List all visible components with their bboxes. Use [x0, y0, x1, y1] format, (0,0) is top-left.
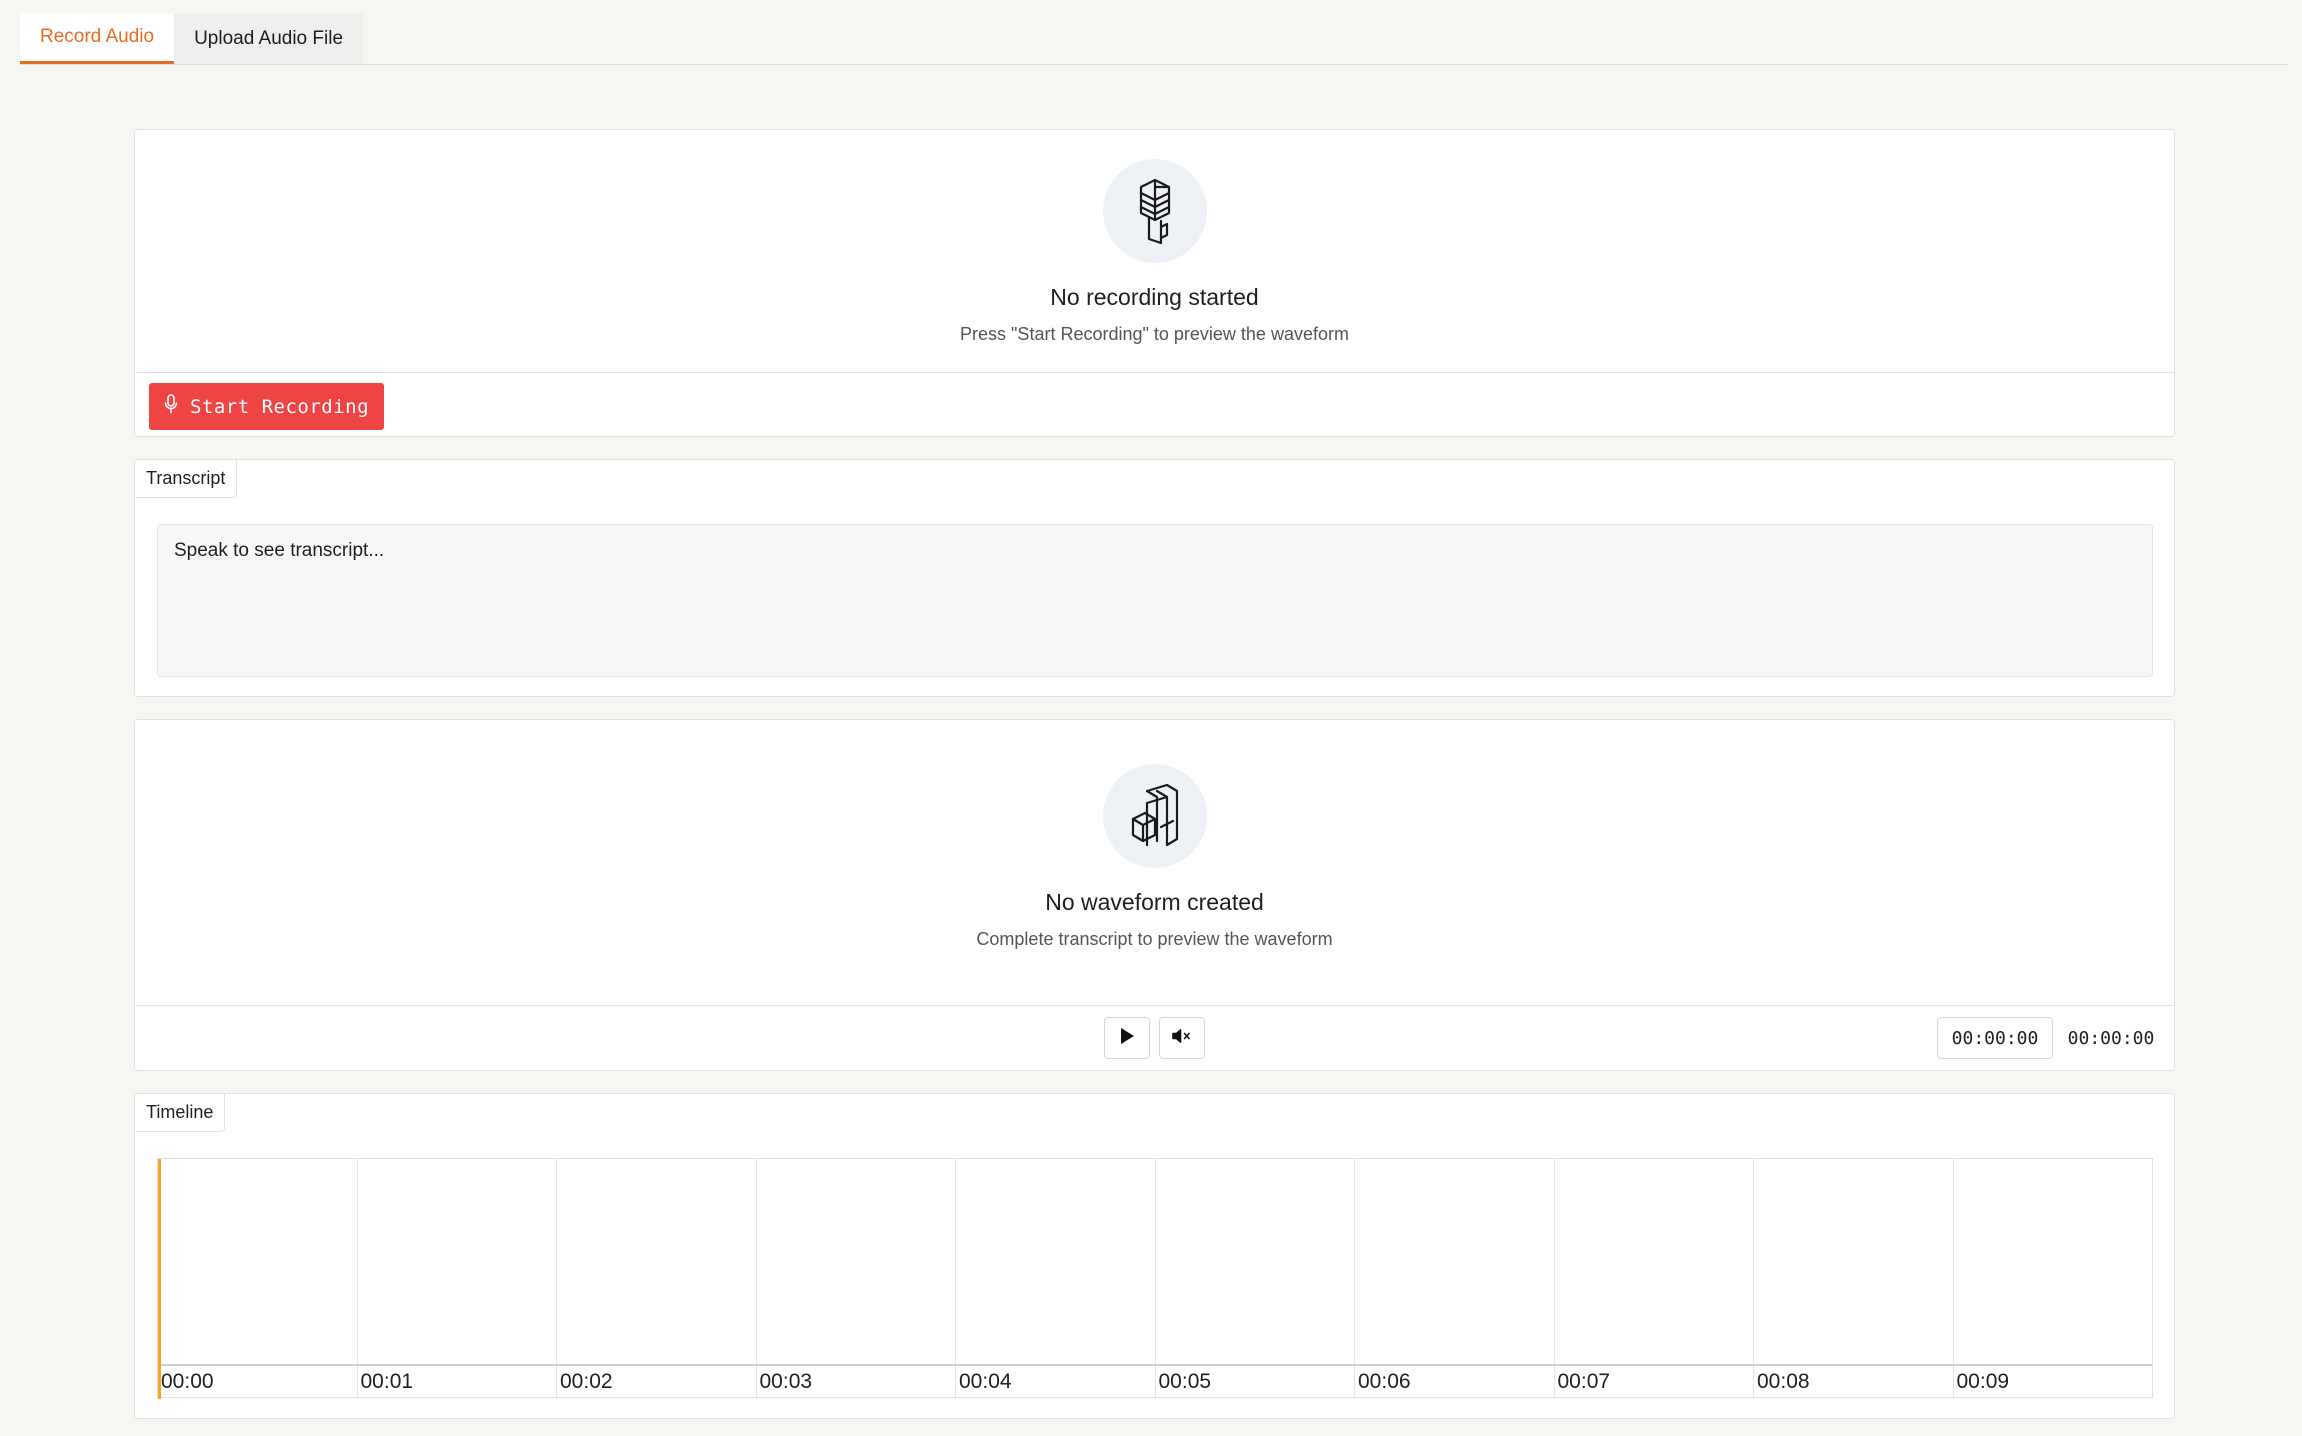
timeline-tick: 00:02 [556, 1366, 756, 1399]
waveform-empty-subtitle: Complete transcript to preview the wavef… [976, 929, 1333, 949]
transcript-placeholder: Speak to see transcript... [174, 540, 385, 561]
playback-controls: 00:00:00 00:00:00 [135, 1005, 2174, 1071]
timeline-grid-column [955, 1159, 1155, 1364]
current-time-display: 00:00:00 [1937, 1017, 2053, 1059]
waveform-empty-title: No waveform created [1045, 889, 1264, 915]
timeline-panel: Timeline 00:00 00:01 00:02 00:03 00:04 0… [134, 1093, 2175, 1419]
play-icon [1119, 1027, 1135, 1050]
microphone-icon [1102, 159, 1207, 263]
timeline-tick: 00:01 [356, 1366, 557, 1399]
start-recording-label: Start Recording [189, 395, 370, 418]
timeline-tick: 00:09 [1952, 1366, 2153, 1399]
timeline-grid-column [1952, 1159, 2153, 1364]
timeline-grid-column [356, 1159, 557, 1364]
mute-button[interactable] [1159, 1017, 1205, 1059]
waveform-empty-state: No waveform created Complete transcript … [135, 764, 2174, 950]
microphone-small-icon [164, 394, 178, 419]
start-recording-button[interactable]: Start Recording [149, 383, 384, 430]
timeline-tick: 00:05 [1154, 1366, 1355, 1399]
timeline-grid-column [1354, 1159, 1554, 1364]
timeline-grid [158, 1159, 2152, 1364]
timeline-tick: 00:04 [955, 1366, 1155, 1399]
tab-upload-audio-file[interactable]: Upload Audio File [174, 14, 364, 64]
tab-record-audio[interactable]: Record Audio [20, 13, 175, 64]
recording-empty-title: No recording started [1050, 284, 1259, 310]
recording-empty-state: No recording started Press "Start Record… [135, 159, 2174, 345]
timeline-grid-column [556, 1159, 756, 1364]
transcript-textbox[interactable]: Speak to see transcript... [157, 524, 2153, 677]
timeline-axis: 00:00 00:01 00:02 00:03 00:04 00:05 00:0… [158, 1364, 2152, 1399]
timeline-tick: 00:08 [1753, 1366, 1953, 1399]
timeline-grid-column [755, 1159, 956, 1364]
timeline-grid-column [1753, 1159, 1953, 1364]
timeline-tick: 00:03 [755, 1366, 956, 1399]
timeline-playhead[interactable] [158, 1159, 161, 1399]
music-icon [1102, 764, 1207, 868]
timeline-grid-column [1553, 1159, 1754, 1364]
transcript-label: Transcript [135, 460, 238, 498]
tab-record-audio-label: Record Audio [40, 26, 155, 47]
recording-empty-subtitle: Press "Start Recording" to preview the w… [960, 324, 1349, 344]
tab-bar: Record Audio Upload Audio File [20, 13, 2288, 65]
timeline-tick: 00:06 [1354, 1366, 1554, 1399]
timeline-track[interactable]: 00:00 00:01 00:02 00:03 00:04 00:05 00:0… [157, 1158, 2153, 1399]
tab-upload-audio-file-label: Upload Audio File [194, 28, 344, 49]
timeline-label: Timeline [135, 1094, 226, 1132]
timeline-tick: 00:00 [161, 1370, 214, 1393]
recording-panel: No recording started Press "Start Record… [134, 129, 2175, 437]
play-button[interactable] [1104, 1017, 1150, 1059]
total-time-display: 00:00:00 [2067, 1027, 2155, 1049]
timeline-grid-column [1154, 1159, 1355, 1364]
transcript-panel: Transcript Speak to see transcript... [134, 459, 2175, 697]
timeline-grid-column [158, 1159, 357, 1364]
volume-muted-icon [1172, 1028, 1192, 1049]
timeline-tick: 00:07 [1553, 1366, 1754, 1399]
waveform-panel: No waveform created Complete transcript … [134, 719, 2175, 1071]
recording-controls: Start Recording [135, 372, 2174, 430]
